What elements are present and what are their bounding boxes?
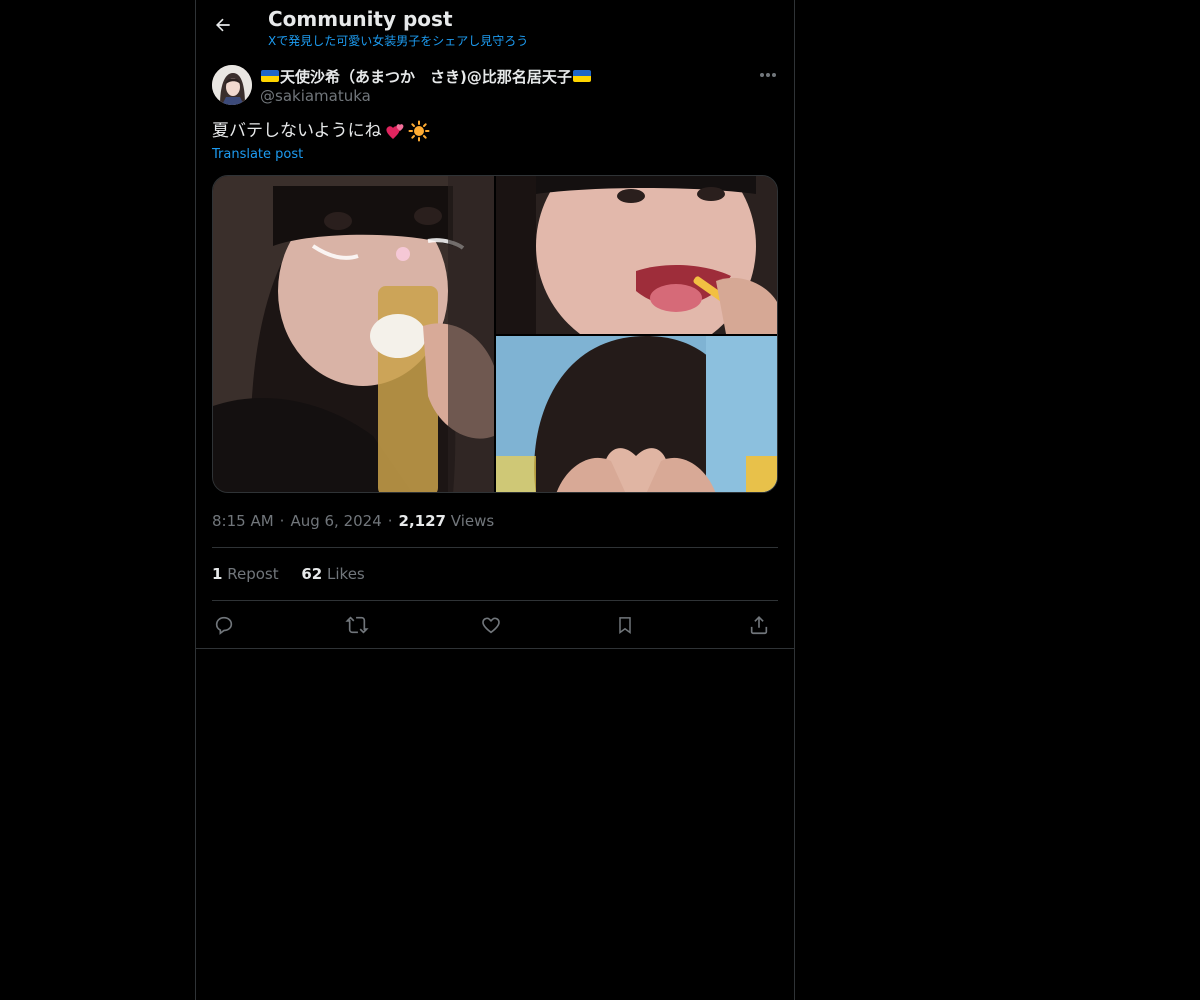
repost-button[interactable]: [345, 612, 369, 638]
divider: [212, 547, 778, 548]
photo-beer-selfie: [213, 176, 494, 492]
bookmark-button[interactable]: [613, 612, 637, 638]
media-grid: [212, 175, 778, 493]
likes-label: Likes: [327, 565, 365, 583]
post-text: 夏バテしないようにね: [212, 118, 430, 144]
like-button[interactable]: [479, 612, 503, 638]
photo-2[interactable]: [496, 176, 777, 334]
author-display-name[interactable]: 天使沙希（あまつか さき)@比那名居天子: [260, 65, 592, 87]
photo-heart-hands-selfie: [496, 336, 777, 492]
post-bottom-border: [196, 648, 794, 649]
heart-icon: [482, 617, 500, 634]
avatar[interactable]: [212, 65, 252, 105]
author-handle[interactable]: @sakiamatuka: [260, 86, 371, 106]
reposts-label: Repost: [227, 565, 279, 583]
photo-3[interactable]: [496, 336, 777, 492]
post-text-content: 夏バテしないようにね: [212, 121, 382, 141]
divider: [212, 600, 778, 601]
repost-icon: [345, 616, 369, 634]
bookmark-icon: [619, 617, 631, 634]
two-hearts-emoji: [386, 124, 404, 139]
reposts-count: 1: [212, 565, 223, 583]
community-name-link[interactable]: Xで発見した可愛い女装男子をシェアし見守ろう: [268, 33, 528, 49]
main-column: Community post Xで発見した可愛い女装男子をシェアし見守ろう 天使…: [195, 0, 795, 1000]
views-label: Views: [450, 512, 495, 530]
post-time[interactable]: 8:15 AM: [212, 512, 274, 530]
ukraine-flag-icon: [572, 70, 591, 82]
more-options-button[interactable]: [756, 64, 780, 86]
reposts-stat[interactable]: 1 Repost: [212, 565, 279, 583]
likes-stat[interactable]: 62 Likes: [301, 565, 364, 583]
more-dots-icon: [760, 73, 776, 77]
arrow-left-icon: [216, 18, 230, 32]
page-title: Community post: [268, 7, 453, 31]
reply-button[interactable]: [212, 612, 236, 638]
engagement-stats: 1 Repost 62 Likes: [212, 564, 383, 584]
photo-1[interactable]: [213, 176, 494, 492]
likes-count: 62: [301, 565, 323, 583]
translate-post-link[interactable]: Translate post: [212, 146, 303, 164]
avatar-image: [212, 65, 252, 105]
share-button[interactable]: [747, 612, 771, 638]
sun-emoji: [408, 120, 430, 142]
post-meta: 8:15 AM · Aug 6, 2024 · 2,127 Views: [212, 512, 495, 530]
post-date[interactable]: Aug 6, 2024: [290, 512, 381, 530]
back-button[interactable]: [210, 12, 236, 38]
views-count: 2,127: [398, 512, 446, 530]
share-icon: [750, 616, 768, 635]
reply-icon: [215, 616, 233, 635]
author-name-text: 天使沙希（あまつか さき)@比那名居天子: [280, 67, 572, 86]
action-bar: [212, 612, 778, 638]
photo-fry-selfie: [496, 176, 777, 334]
page-header: Community post Xで発見した可愛い女装男子をシェアし見守ろう: [196, 0, 794, 52]
ukraine-flag-icon: [261, 70, 279, 82]
